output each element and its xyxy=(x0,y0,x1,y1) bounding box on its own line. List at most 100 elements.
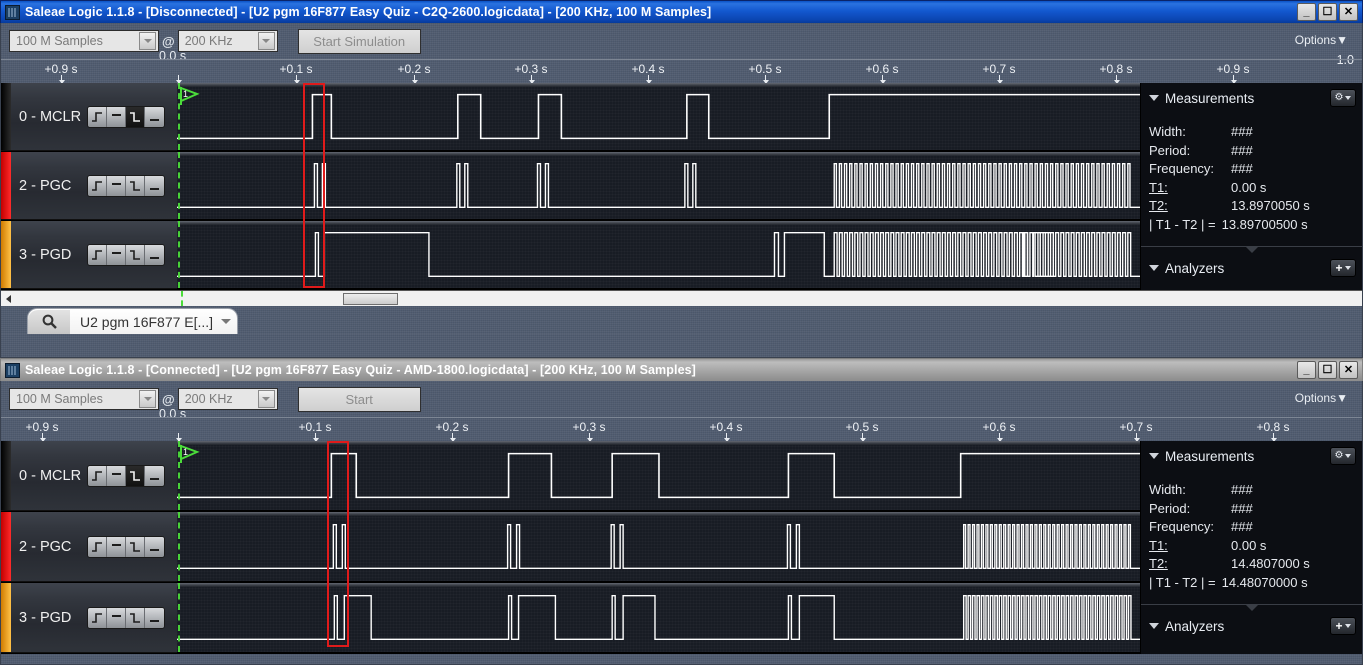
analyzers-header[interactable]: Analyzers + xyxy=(1141,611,1362,641)
rising-edge-icon[interactable] xyxy=(88,107,107,127)
measurement-label-t1[interactable]: T1: xyxy=(1149,179,1231,198)
chevron-down-icon[interactable] xyxy=(139,32,156,50)
trigger-buttons-mclr[interactable] xyxy=(87,106,165,128)
trigger-buttons-pgc[interactable] xyxy=(87,175,165,197)
channel-header-pgd[interactable]: 3 - PGD xyxy=(1,583,177,653)
measurements-header[interactable]: Measurements ⚙ xyxy=(1141,441,1362,471)
options-menu[interactable]: Options▼ xyxy=(1295,391,1348,405)
chevron-down-icon[interactable] xyxy=(258,32,275,50)
low-level-icon[interactable] xyxy=(145,466,164,486)
channel-header-mclr[interactable]: 0 - MCLR xyxy=(1,83,177,151)
high-level-icon[interactable] xyxy=(107,107,126,127)
green-cursor-pgc xyxy=(178,512,180,581)
window-1-titlebar[interactable]: Saleae Logic 1.1.8 - [Disconnected] - [U… xyxy=(0,0,1363,23)
sample-count-select[interactable]: 100 M Samples xyxy=(9,30,159,52)
low-level-icon[interactable] xyxy=(145,107,164,127)
high-level-icon[interactable] xyxy=(107,245,126,265)
start-button[interactable]: Start xyxy=(298,387,421,412)
high-level-icon[interactable] xyxy=(107,176,126,196)
trigger-flag-icon[interactable]: 1 xyxy=(179,444,201,464)
window-1-title: Saleae Logic 1.1.8 - [Disconnected] - [U… xyxy=(25,5,1297,19)
window-2-timeline-ruler[interactable]: +0.9 s+0.1 s+0.2 s+0.3 s+0.4 s+0.5 s+0.6… xyxy=(1,417,1362,441)
gear-icon[interactable]: ⚙ xyxy=(1330,89,1356,107)
channel-header-pgc[interactable]: 2 - PGC xyxy=(1,512,177,582)
measurements-header[interactable]: Measurements ⚙ xyxy=(1141,83,1362,113)
minimize-button[interactable]: _ xyxy=(1297,361,1316,379)
chevron-down-icon[interactable] xyxy=(139,390,156,408)
options-menu[interactable]: Options▼ xyxy=(1295,33,1348,47)
falling-edge-icon[interactable] xyxy=(126,608,145,628)
sample-rate-select[interactable]: 200 KHz xyxy=(178,388,278,410)
search-icon[interactable] xyxy=(28,310,70,334)
rising-edge-icon[interactable] xyxy=(88,537,107,557)
low-level-icon[interactable] xyxy=(145,608,164,628)
rising-edge-icon[interactable] xyxy=(88,176,107,196)
falling-edge-icon[interactable] xyxy=(126,107,145,127)
low-level-icon[interactable] xyxy=(145,537,164,557)
measurement-label: Period: xyxy=(1149,142,1231,161)
analyzers-header[interactable]: Analyzers + xyxy=(1141,253,1362,283)
sample-rate-select[interactable]: 200 KHz xyxy=(178,30,278,52)
trigger-buttons-pgd[interactable] xyxy=(87,244,165,266)
chevron-down-icon[interactable] xyxy=(1149,453,1159,459)
high-level-icon[interactable] xyxy=(107,537,126,557)
low-level-icon[interactable] xyxy=(145,245,164,265)
rising-edge-icon[interactable] xyxy=(88,608,107,628)
measurement-label-t2[interactable]: T2: xyxy=(1149,197,1231,216)
capture-tab[interactable]: U2 pgm 16F877 E[...] xyxy=(27,308,238,334)
maximize-button[interactable]: ☐ xyxy=(1318,361,1337,379)
channel-color-bar xyxy=(1,441,11,510)
add-analyzer-button[interactable]: + xyxy=(1330,259,1356,277)
start-simulation-button[interactable]: Start Simulation xyxy=(298,29,421,54)
maximize-button[interactable]: ☐ xyxy=(1318,3,1337,21)
ruler-tick-label: +0.8 s xyxy=(1099,62,1132,76)
scroll-left-icon[interactable] xyxy=(1,295,15,303)
ruler-tick-mark xyxy=(765,75,766,83)
minimize-button[interactable]: _ xyxy=(1297,3,1316,21)
falling-edge-icon[interactable] xyxy=(126,245,145,265)
sample-count-select[interactable]: 100 M Samples xyxy=(9,388,159,410)
add-analyzer-button[interactable]: + xyxy=(1330,617,1356,635)
falling-edge-icon[interactable] xyxy=(126,466,145,486)
chevron-down-icon[interactable] xyxy=(1149,95,1159,101)
window-1-controls: _ ☐ ✕ xyxy=(1297,3,1358,21)
panel-divider xyxy=(1141,604,1362,605)
window-1-timeline-ruler[interactable]: +0.9 s+0.1 s+0.2 s+0.3 s+0.4 s+0.5 s+0.6… xyxy=(1,59,1362,83)
channel-header-mclr[interactable]: 0 - MCLR xyxy=(1,441,177,511)
trigger-buttons-pgd[interactable] xyxy=(87,607,165,629)
falling-edge-icon[interactable] xyxy=(126,537,145,557)
trigger-buttons-pgc[interactable] xyxy=(87,536,165,558)
ruler-tick-label: +0.9 s xyxy=(25,420,58,434)
rising-edge-icon[interactable] xyxy=(88,245,107,265)
scrollbar-thumb[interactable] xyxy=(343,293,398,305)
high-level-icon[interactable] xyxy=(107,466,126,486)
high-level-icon[interactable] xyxy=(107,608,126,628)
window-2-titlebar[interactable]: Saleae Logic 1.1.8 - [Connected] - [U2 p… xyxy=(0,358,1363,381)
ruler-tick-label: +0.8 s xyxy=(1256,420,1289,434)
rising-edge-icon[interactable] xyxy=(88,466,107,486)
chevron-down-icon[interactable] xyxy=(1149,623,1159,629)
measurements-title: Measurements xyxy=(1165,91,1330,106)
trigger-flag-icon[interactable]: 1 xyxy=(179,86,201,106)
trigger-buttons-mclr[interactable] xyxy=(87,465,165,487)
channel-header-pgc[interactable]: 2 - PGC xyxy=(1,152,177,220)
panel-divider xyxy=(1141,246,1362,247)
measurement-row-t2: T2:14.4807000 s xyxy=(1149,555,1362,574)
ruler-tick-mark xyxy=(999,75,1000,83)
chevron-down-icon[interactable] xyxy=(258,390,275,408)
chevron-down-icon[interactable] xyxy=(221,319,231,324)
window-1-horizontal-scrollbar[interactable] xyxy=(1,290,1362,306)
falling-edge-icon[interactable] xyxy=(126,176,145,196)
measurement-row: Width:### xyxy=(1149,481,1362,500)
measurement-label: Frequency: xyxy=(1149,160,1231,179)
chevron-down-icon[interactable] xyxy=(1149,265,1159,271)
svg-text:1: 1 xyxy=(183,447,188,457)
measurement-label-t1[interactable]: T1: xyxy=(1149,537,1231,556)
close-button[interactable]: ✕ xyxy=(1339,361,1358,379)
close-button[interactable]: ✕ xyxy=(1339,3,1358,21)
low-level-icon[interactable] xyxy=(145,176,164,196)
measurement-label-t2[interactable]: T2: xyxy=(1149,555,1231,574)
channel-header-pgd[interactable]: 3 - PGD xyxy=(1,221,177,289)
gear-icon[interactable]: ⚙ xyxy=(1330,447,1356,465)
channel-label-pgc: 2 - PGC xyxy=(19,178,71,194)
